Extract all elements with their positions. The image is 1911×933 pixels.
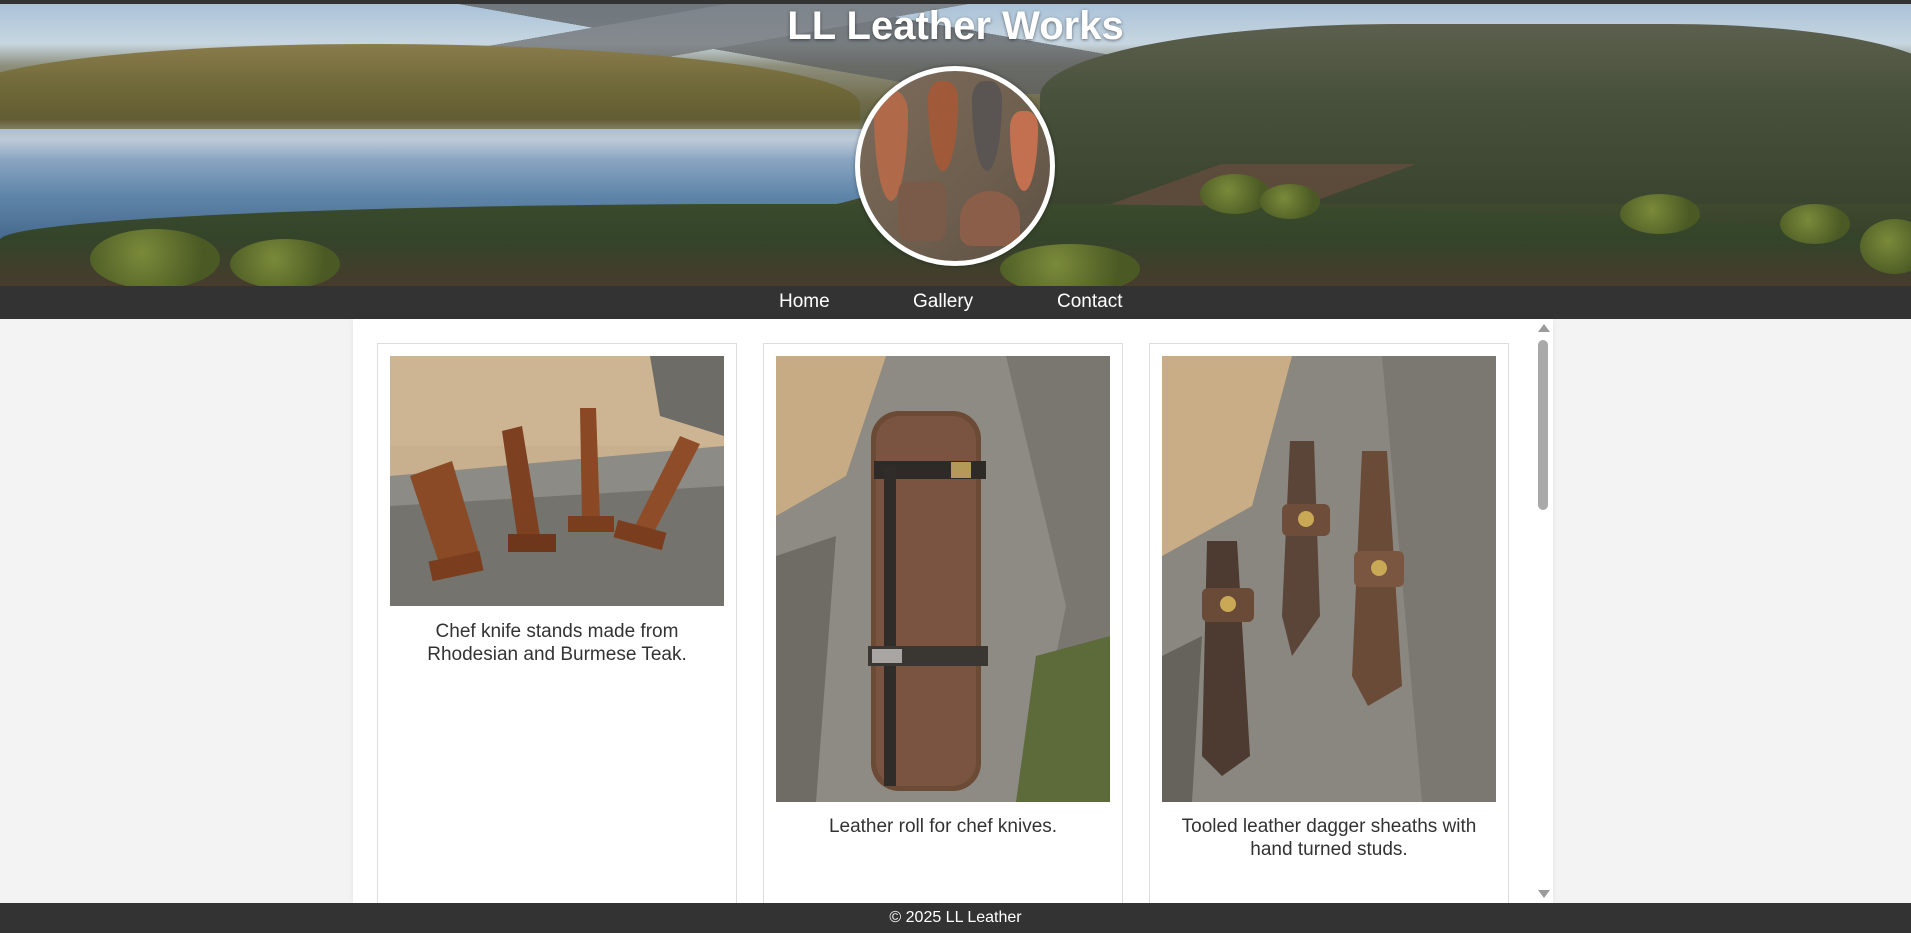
- bush: [1200, 174, 1270, 214]
- card-photo[interactable]: [390, 356, 724, 606]
- leather-roll-image: [776, 356, 1110, 802]
- lake-mist: [0, 119, 900, 159]
- footer: © 2025 LL Leather: [0, 903, 1911, 933]
- card-caption: Tooled leather dagger sheaths with hand …: [1181, 816, 1477, 860]
- footer-copyright: © 2025 LL Leather: [889, 909, 1022, 926]
- gallery-card[interactable]: Chef knife stands made from Rhodesian an…: [377, 343, 737, 903]
- scroll-thumb[interactable]: [1538, 340, 1548, 510]
- bush: [1780, 204, 1850, 244]
- gallery-card[interactable]: Tooled leather dagger sheaths with hand …: [1149, 343, 1509, 903]
- bush: [1000, 244, 1140, 286]
- bush: [90, 229, 220, 286]
- bush: [230, 239, 340, 286]
- card-photo[interactable]: [776, 356, 1110, 802]
- scroll-down-arrow-icon[interactable]: [1538, 890, 1550, 898]
- nav-gallery[interactable]: Gallery: [913, 286, 973, 319]
- logo-image[interactable]: [855, 66, 1055, 266]
- main-nav: Home Gallery Contact: [0, 286, 1911, 319]
- bush: [1620, 194, 1700, 234]
- card-photo[interactable]: [1162, 356, 1496, 802]
- header-banner: LL Leather Works: [0, 4, 1911, 286]
- sheath-shape: [928, 81, 958, 171]
- bush: [1260, 184, 1320, 219]
- sheath-shape: [1010, 111, 1038, 191]
- dagger-sheaths-image: [1162, 356, 1496, 802]
- nav-contact[interactable]: Contact: [1057, 286, 1122, 319]
- knife-stands-image: [390, 356, 724, 606]
- nav-home[interactable]: Home: [779, 286, 830, 319]
- sheath-shape: [960, 191, 1020, 246]
- card-caption: Chef knife stands made from Rhodesian an…: [427, 621, 687, 665]
- site-title: LL Leather Works: [787, 4, 1124, 48]
- card-caption: Leather roll for chef knives.: [828, 816, 1058, 837]
- gallery-content[interactable]: Chef knife stands made from Rhodesian an…: [353, 319, 1553, 903]
- content-scrollbar[interactable]: [1535, 319, 1552, 903]
- gallery-card[interactable]: Leather roll for chef knives.: [763, 343, 1123, 903]
- scroll-up-arrow-icon[interactable]: [1538, 324, 1550, 332]
- sheath-shape: [898, 181, 946, 241]
- sheath-shape: [972, 81, 1002, 171]
